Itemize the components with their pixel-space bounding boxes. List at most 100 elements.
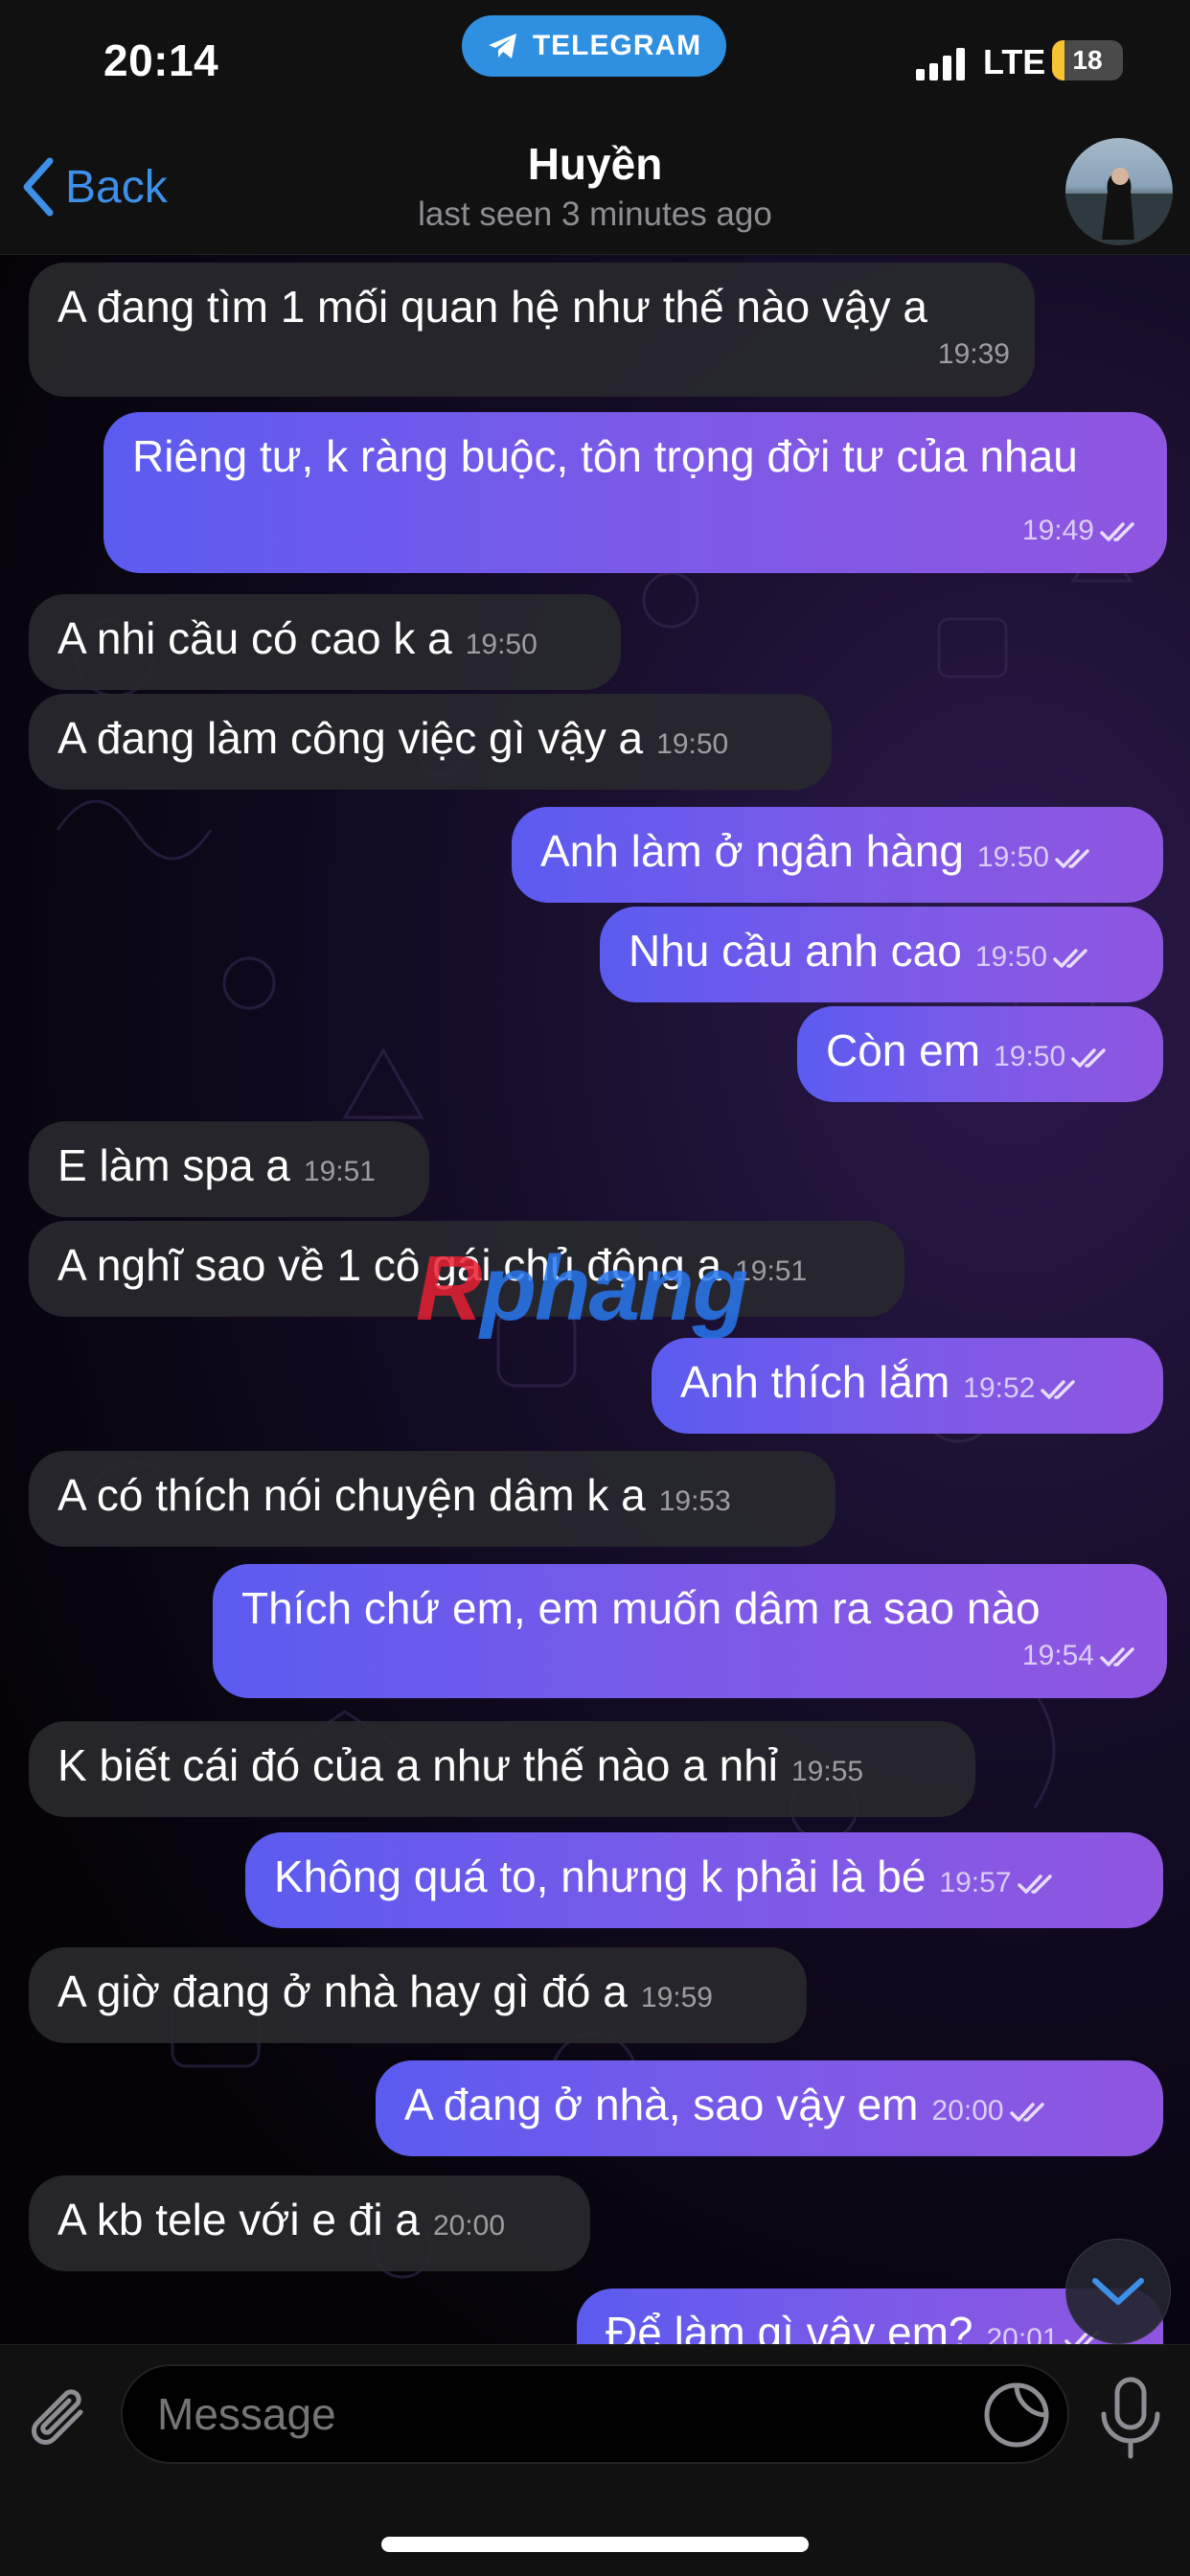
double-check-icon [1041, 1380, 1076, 1399]
message-time: 19:55 [791, 1756, 864, 1787]
battery-level: 18 [1072, 45, 1103, 75]
message-time: 19:54 [1021, 1640, 1094, 1671]
last-seen-status: last seen 3 minutes ago [418, 196, 772, 233]
message-list[interactable]: A đang tìm 1 mối quan hệ như thế nào vậy… [0, 255, 1190, 2344]
message-time: 19:50 [994, 1041, 1066, 1072]
outgoing-message[interactable]: Thích chứ em, em muốn dâm ra sao nào 19:5… [213, 1564, 1167, 1698]
message-timestamp: 19:54 [1022, 1625, 1142, 1687]
message-text: K biết cái đó của a như thế nào a nhỉ [57, 1740, 778, 1790]
message-time: 19:59 [640, 1982, 713, 2013]
message-timestamp: 19:59 [641, 1982, 713, 2013]
message-timestamp: 19:50 [977, 841, 1097, 873]
message-timestamp: 19:53 [659, 1485, 731, 1517]
message-text: Để làm gì vậy em? [606, 2308, 973, 2344]
message-time: 19:50 [656, 728, 729, 760]
incoming-message[interactable]: A nghĩ sao về 1 cô gái chủ động a 19:51 [29, 1221, 904, 1317]
message-timestamp: 19:50 [994, 1041, 1113, 1072]
battery-fill [1052, 40, 1065, 80]
outgoing-message[interactable]: Anh làm ở ngân hàng 19:50 [512, 807, 1163, 903]
message-time: 19:57 [939, 1867, 1012, 1898]
message-timestamp: 19:51 [304, 1156, 376, 1187]
message-time: 19:39 [937, 338, 1010, 370]
outgoing-message[interactable]: A đang ở nhà, sao vậy em 20:00 [376, 2060, 1163, 2156]
message-time: 19:52 [963, 1372, 1036, 1404]
message-timestamp: 19:49 [1022, 500, 1142, 562]
message-timestamp: 19:50 [975, 941, 1095, 973]
message-timestamp: 19:39 [938, 324, 1010, 385]
composer-bar [0, 2344, 1190, 2576]
message-text: Anh thích lắm [680, 1357, 950, 1407]
incoming-message[interactable]: K biết cái đó của a như thế nào a nhỉ 19:… [29, 1721, 975, 1817]
scroll-down-button[interactable] [1065, 2239, 1171, 2344]
message-text: Không quá to, nhưng k phải là bé [274, 1852, 927, 1901]
message-timestamp: 19:51 [735, 1255, 807, 1287]
double-check-icon [1100, 1647, 1134, 1667]
message-timestamp: 20:00 [932, 2095, 1052, 2127]
telegram-pill-label: TELEGRAM [532, 30, 702, 61]
message-text: A đang ở nhà, sao vậy em [404, 2080, 919, 2129]
message-time: 19:50 [976, 841, 1049, 873]
status-bar: 20:14 TELEGRAM LTE 18 [0, 0, 1190, 125]
message-text: Nhu cầu anh cao [629, 926, 962, 976]
double-check-icon [1053, 949, 1087, 968]
message-time: 19:53 [658, 1485, 731, 1517]
signal-icon [916, 46, 965, 80]
message-text: A giờ đang ở nhà hay gì đó a [57, 1966, 628, 2016]
microphone-icon[interactable] [1092, 2374, 1169, 2460]
telegram-pill[interactable]: TELEGRAM [462, 15, 726, 77]
message-timestamp: 19:52 [963, 1372, 1083, 1404]
incoming-message[interactable]: E làm spa a 19:51 [29, 1121, 429, 1217]
message-text: A nhi cầu có cao k a [57, 613, 452, 663]
paperclip-icon[interactable] [25, 2383, 102, 2460]
telegram-icon [488, 34, 516, 58]
incoming-message[interactable]: A giờ đang ở nhà hay gì đó a 19:59 [29, 1947, 807, 2043]
message-time: 19:49 [1021, 515, 1094, 546]
outgoing-message[interactable]: Không quá to, nhưng k phải là bé 19:57 [245, 1832, 1163, 1928]
outgoing-message[interactable]: Còn em 19:50 [797, 1006, 1163, 1102]
message-text: Còn em [826, 1025, 981, 1075]
message-text: E làm spa a [57, 1140, 290, 1190]
incoming-message[interactable]: A có thích nói chuyện dâm k a 19:53 [29, 1451, 835, 1547]
outgoing-message[interactable]: Nhu cầu anh cao 19:50 [600, 907, 1163, 1002]
double-check-icon [1071, 1048, 1106, 1068]
avatar[interactable] [1065, 138, 1173, 245]
message-text: Anh làm ở ngân hàng [540, 826, 964, 876]
message-time: 19:51 [735, 1255, 808, 1287]
home-indicator [381, 2537, 809, 2552]
message-time: 19:51 [303, 1156, 376, 1187]
message-text: A đang làm công việc gì vậy a [57, 713, 644, 763]
message-text: A có thích nói chuyện dâm k a [57, 1470, 646, 1520]
chat-header: Back Huyền last seen 3 minutes ago [0, 125, 1190, 255]
message-text: A kb tele với e đi a [57, 2195, 420, 2244]
message-text: Riêng tư, k ràng buộc, tôn trọng đời tư … [132, 431, 1078, 481]
battery-icon: 18 [1052, 40, 1123, 80]
incoming-message[interactable]: A đang làm công việc gì vậy a 19:50 [29, 694, 832, 790]
network-type: LTE [983, 42, 1046, 81]
incoming-message[interactable]: A kb tele với e đi a 20:00 [29, 2175, 590, 2271]
message-time: 20:00 [432, 2210, 506, 2242]
outgoing-message[interactable]: Riêng tư, k ràng buộc, tôn trọng đời tư … [103, 412, 1167, 573]
message-timestamp: 19:50 [656, 728, 728, 760]
message-text: Thích chứ em, em muốn dâm ra sao nào [241, 1583, 1041, 1633]
chevron-down-icon [1092, 2278, 1144, 2305]
message-text: A đang tìm 1 mối quan hệ như thế nào vậy… [57, 282, 927, 332]
double-check-icon [1055, 849, 1089, 868]
avatar-photo [1065, 168, 1173, 245]
double-check-icon [1009, 2103, 1044, 2122]
incoming-message[interactable]: A nhi cầu có cao k a 19:50 [29, 594, 621, 690]
message-timestamp: 19:50 [466, 629, 538, 660]
message-timestamp: 19:57 [939, 1867, 1059, 1898]
message-timestamp: 19:55 [791, 1756, 863, 1787]
incoming-message[interactable]: A đang tìm 1 mối quan hệ như thế nào vậy… [29, 263, 1035, 397]
message-text: A nghĩ sao về 1 cô gái chủ động a [57, 1240, 722, 1290]
message-time: 20:00 [931, 2095, 1004, 2127]
outgoing-message[interactable]: Anh thích lắm 19:52 [652, 1338, 1163, 1434]
message-time: 19:50 [465, 629, 538, 660]
message-input[interactable] [121, 2364, 1069, 2464]
message-time: 19:50 [974, 941, 1047, 973]
clock: 20:14 [103, 35, 219, 85]
sticker-icon[interactable] [981, 2380, 1052, 2450]
double-check-icon [1100, 522, 1134, 541]
contact-name[interactable]: Huyền [0, 138, 1190, 190]
message-time: 20:01 [986, 2323, 1059, 2344]
